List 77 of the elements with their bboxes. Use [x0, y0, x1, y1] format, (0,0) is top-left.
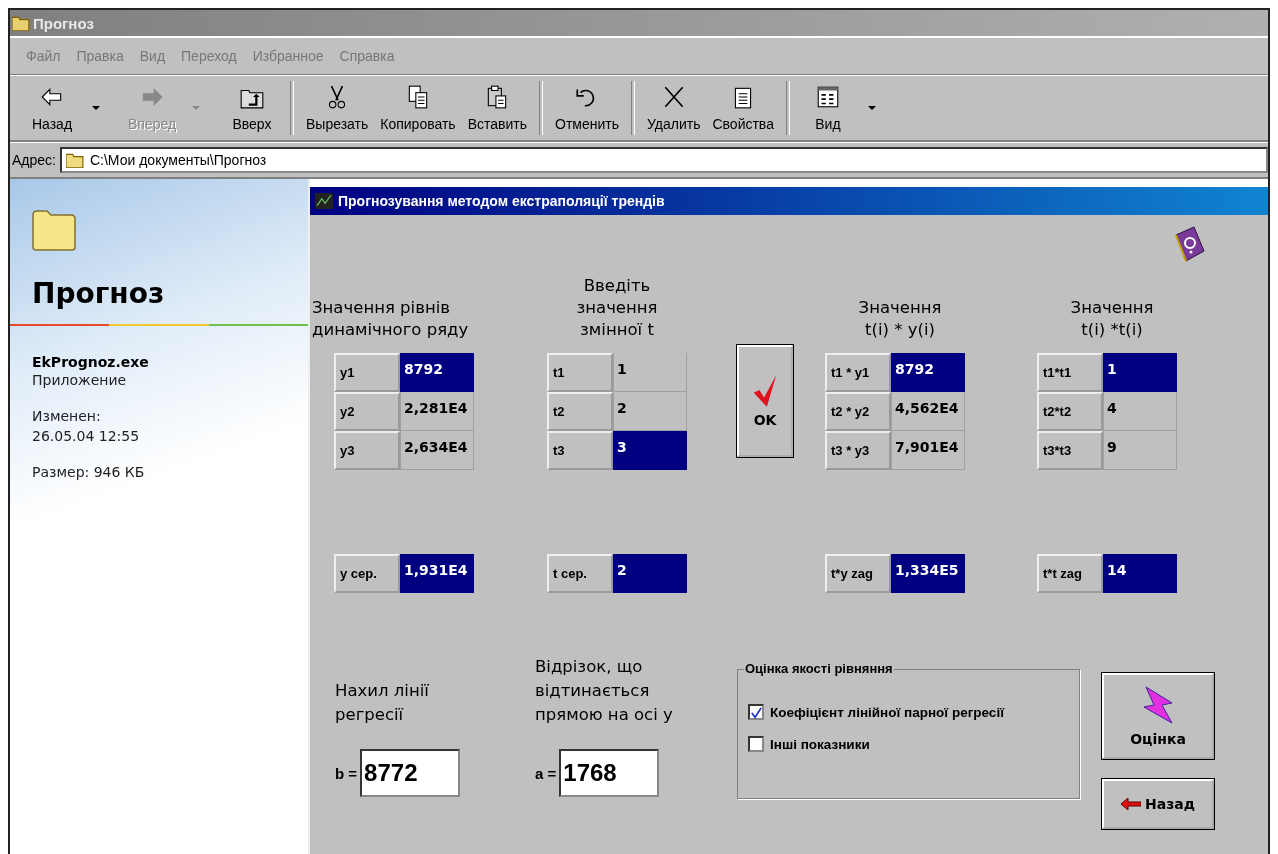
left-arrow-icon — [1120, 798, 1141, 810]
dialog-button[interactable]: Назад — [1102, 779, 1214, 829]
row-header[interactable]: y2 — [334, 392, 400, 431]
row-header[interactable]: t*y zag — [825, 554, 891, 593]
checkbox-label: Коефіцієнт лінійної парної регресії — [770, 704, 1004, 720]
dialog-title: Прогнозування методом екстраполяції трендів — [338, 193, 665, 209]
grid-cell[interactable]: 1,931E4 — [400, 554, 474, 593]
groupbox-title: Оцінка якості рівняння — [744, 661, 894, 676]
toolbar-button[interactable]: Вверх — [220, 84, 284, 132]
row-header[interactable]: t3*t3 — [1037, 431, 1103, 470]
row-header[interactable]: y3 — [334, 431, 400, 470]
row-header[interactable]: t3 * y3 — [825, 431, 891, 470]
ok-button[interactable]: OK — [737, 345, 793, 457]
row-header[interactable]: t2 * y2 — [825, 392, 891, 431]
row-header[interactable]: y1 — [334, 353, 400, 392]
grid-cell[interactable]: 2,634E4 — [400, 431, 474, 470]
intercept-label: a = — [535, 764, 557, 782]
slope-field[interactable]: 8772 — [360, 749, 461, 797]
row-header[interactable]: t1 — [547, 353, 613, 392]
grid-cell[interactable]: 8792 — [891, 353, 965, 392]
row-header[interactable]: t2 — [547, 392, 613, 431]
toolbar-button[interactable]: Свойства — [706, 84, 780, 132]
dropdown-arrow-icon[interactable] — [867, 106, 876, 110]
toolbar-button[interactable]: Вырезать — [300, 84, 375, 132]
grid-cell[interactable]: 14 — [1103, 554, 1177, 593]
dropdown-arrow-icon[interactable] — [92, 106, 100, 110]
toolbar-button[interactable]: Вид — [795, 84, 860, 132]
window-title: Прогноз — [33, 14, 94, 32]
toolbar-button[interactable]: Копировать — [374, 84, 462, 132]
grid-cell[interactable]: 1 — [613, 353, 687, 392]
row-header[interactable]: y сер. — [334, 554, 400, 593]
grid-cell[interactable]: 2 — [613, 554, 687, 593]
row-header[interactable]: t1 * y1 — [825, 353, 891, 392]
folder-title: Прогноз — [32, 277, 166, 310]
toolbar-button[interactable]: Удалить — [641, 84, 707, 132]
toolbar-button[interactable]: Вставить — [461, 84, 533, 132]
row-header[interactable]: t2*t2 — [1037, 392, 1103, 431]
grid-cell[interactable]: 2,281E4 — [400, 392, 474, 431]
folder-icon — [32, 209, 76, 251]
grid-cell[interactable]: 1 — [1103, 353, 1177, 392]
column-heading: Значення t(i) * y(i) — [857, 297, 943, 341]
grid-cell[interactable]: 7,901E4 — [891, 431, 965, 470]
dialog-button[interactable]: Оцінка — [1102, 673, 1214, 759]
column-heading: Значення рівнів динамічного ряду — [312, 297, 470, 341]
column-heading: Значення t(i) *t(i) — [1069, 297, 1155, 341]
checkbox[interactable] — [748, 704, 764, 720]
address-field[interactable]: C:\Мои документы\Прогноз — [59, 147, 1268, 173]
toolbar-button[interactable]: Отменить — [549, 84, 625, 132]
intercept-caption: Відрізок, що відтинається прямою на осі у — [535, 656, 674, 726]
row-header[interactable]: t3 — [547, 431, 613, 470]
toolbar-button[interactable]: Назад — [20, 84, 84, 132]
row-header[interactable]: t сер. — [547, 554, 613, 593]
column-heading: Введіть значення змінної t — [575, 275, 659, 341]
modified-date: 26.05.04 12:55 — [32, 427, 141, 446]
address-label: Адрес: — [12, 152, 56, 168]
grid-cell[interactable]: 2 — [613, 392, 687, 431]
grid-cell[interactable]: 8792 — [400, 353, 474, 392]
folder-icon — [12, 15, 30, 31]
row-header[interactable]: t1*t1 — [1037, 353, 1103, 392]
slope-caption: Нахил лінії регресії — [335, 680, 430, 726]
checkbox[interactable] — [748, 736, 764, 752]
modified-label: Изменен: — [32, 407, 102, 426]
grid-cell[interactable]: 3 — [613, 431, 687, 470]
grid-cell[interactable]: 1,334E5 — [891, 554, 965, 593]
intercept-field[interactable]: 1768 — [559, 749, 660, 797]
file-type: Приложение — [32, 371, 128, 390]
app-icon — [314, 193, 334, 209]
file-size: Размер: 946 КБ — [32, 463, 146, 482]
slope-label: b = — [335, 764, 358, 782]
grid-cell[interactable]: 4,562E4 — [891, 392, 965, 431]
folder-icon — [65, 152, 84, 168]
checkbox-label: Інші показники — [770, 736, 870, 752]
checkmark-icon — [751, 374, 779, 408]
grid-cell[interactable]: 4 — [1103, 392, 1177, 431]
row-header[interactable]: t*t zag — [1037, 554, 1103, 593]
file-name: EkPrognoz.exe — [32, 354, 150, 370]
grid-cell[interactable]: 9 — [1103, 431, 1177, 470]
